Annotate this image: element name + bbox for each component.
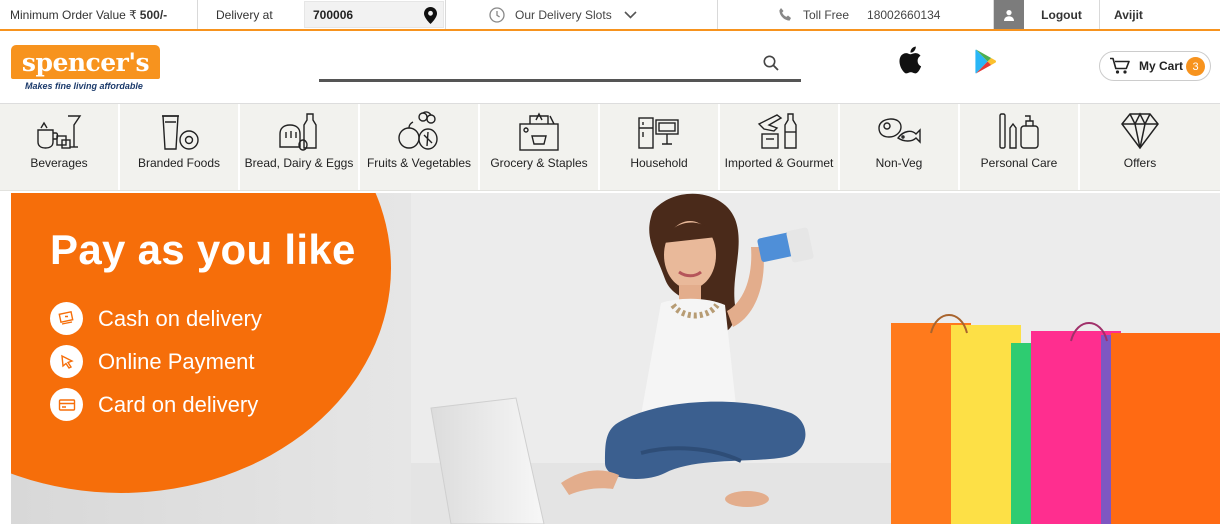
phone-icon bbox=[779, 8, 791, 21]
category-label: Household bbox=[630, 156, 688, 170]
category-label: Offers bbox=[1123, 156, 1157, 170]
payment-option-label: Card on delivery bbox=[98, 391, 259, 417]
search-icon[interactable] bbox=[763, 55, 779, 71]
chevron-down-icon bbox=[624, 10, 637, 19]
toll-free-label: Toll Free bbox=[803, 7, 850, 22]
toll-free-info: Toll Free 18002660134 bbox=[718, 0, 994, 29]
branded-foods-icon bbox=[162, 115, 199, 150]
category-label: Fruits & Vegetables bbox=[366, 156, 472, 170]
personal-care-icon bbox=[999, 113, 1039, 149]
cursor-icon bbox=[50, 345, 83, 378]
logo-tagline: Makes fine living affordable bbox=[25, 81, 143, 91]
beverages-icon bbox=[37, 115, 82, 149]
category-bread-dairy-eggs[interactable]: Bread, Dairy & Eggs bbox=[240, 104, 360, 190]
delivery-label: Delivery at bbox=[216, 7, 273, 22]
banner-title: Pay as you like bbox=[50, 226, 356, 273]
category-personal-care[interactable]: Personal Care bbox=[960, 104, 1080, 190]
category-household[interactable]: Household bbox=[600, 104, 720, 190]
category-label: Non-Veg bbox=[875, 156, 923, 170]
delivery-slots-dropdown[interactable]: Our Delivery Slots bbox=[446, 0, 718, 29]
banner-photo bbox=[411, 193, 1220, 524]
clock-icon bbox=[489, 6, 505, 23]
payment-option-card: Card on delivery bbox=[50, 388, 258, 421]
category-offers[interactable]: Offers bbox=[1080, 104, 1200, 190]
pincode-selector[interactable]: 700006 bbox=[304, 1, 444, 28]
category-grocery-staples[interactable]: Grocery & Staples bbox=[480, 104, 600, 190]
fruits-vegetables-icon bbox=[398, 111, 438, 150]
diamond-icon bbox=[1121, 112, 1159, 150]
category-label: Personal Care bbox=[980, 156, 1058, 170]
user-avatar[interactable] bbox=[994, 0, 1024, 29]
cart-icon bbox=[1110, 57, 1130, 74]
search-bar bbox=[319, 49, 801, 82]
cash-icon bbox=[50, 302, 83, 335]
logo-wordmark: spencer's bbox=[11, 45, 160, 79]
category-label: Grocery & Staples bbox=[490, 156, 588, 170]
promo-banner[interactable]: Pay as you like Cash on delivery Online … bbox=[11, 193, 1220, 524]
site-header: spencer's Makes fine living affordable M… bbox=[0, 31, 1220, 103]
category-label: Bread, Dairy & Eggs bbox=[244, 156, 354, 170]
user-icon bbox=[1004, 9, 1014, 21]
toll-free-number: 18002660134 bbox=[867, 7, 941, 22]
location-pin-icon bbox=[424, 7, 437, 24]
logout-link[interactable]: Logout bbox=[1024, 0, 1100, 29]
payment-option-cash: Cash on delivery bbox=[50, 302, 262, 335]
household-icon bbox=[638, 117, 679, 149]
delivery-slots-label: Our Delivery Slots bbox=[515, 7, 612, 22]
my-cart-button[interactable]: My Cart 3 bbox=[1099, 51, 1211, 81]
cart-label: My Cart bbox=[1139, 59, 1184, 73]
search-input[interactable] bbox=[319, 49, 759, 77]
category-beverages[interactable]: Beverages bbox=[0, 104, 120, 190]
category-label: Branded Foods bbox=[137, 156, 221, 170]
min-order-value: 500/- bbox=[139, 7, 168, 22]
payment-option-label: Online Payment bbox=[98, 348, 255, 374]
category-branded-foods[interactable]: Branded Foods bbox=[120, 104, 240, 190]
payment-option-label: Cash on delivery bbox=[98, 305, 262, 331]
cart-count-badge: 3 bbox=[1186, 57, 1205, 76]
imported-gourmet-icon bbox=[757, 113, 797, 149]
non-veg-icon bbox=[878, 118, 921, 144]
category-non-veg[interactable]: Non-Veg bbox=[840, 104, 960, 190]
user-name[interactable]: Avijit bbox=[1100, 0, 1220, 29]
card-icon bbox=[50, 388, 83, 421]
grocery-bag-icon bbox=[519, 112, 559, 151]
delivery-location: Delivery at 700006 bbox=[198, 0, 446, 29]
top-utility-bar: Minimum Order Value ₹500/- Delivery at 7… bbox=[0, 0, 1220, 31]
category-label: Imported & Gourmet bbox=[724, 156, 834, 170]
category-label: Beverages bbox=[30, 156, 88, 170]
rupee-symbol: ₹ bbox=[129, 7, 137, 22]
bread-dairy-icon bbox=[279, 113, 317, 151]
minimum-order-info: Minimum Order Value ₹500/- bbox=[0, 0, 198, 29]
payment-option-online: Online Payment bbox=[50, 345, 255, 378]
pincode-value: 700006 bbox=[313, 7, 354, 22]
apple-store-icon[interactable] bbox=[898, 46, 922, 74]
google-play-icon[interactable] bbox=[975, 49, 997, 74]
category-imported-gourmet[interactable]: Imported & Gourmet bbox=[720, 104, 840, 190]
min-order-label: Minimum Order Value bbox=[10, 7, 126, 22]
category-navigation: Beverages Branded Foods Bread, Dairy & E… bbox=[0, 103, 1220, 191]
spencers-logo[interactable]: spencer's Makes fine living affordable bbox=[11, 45, 160, 93]
category-fruits-vegetables[interactable]: Fruits & Vegetables bbox=[360, 104, 480, 190]
